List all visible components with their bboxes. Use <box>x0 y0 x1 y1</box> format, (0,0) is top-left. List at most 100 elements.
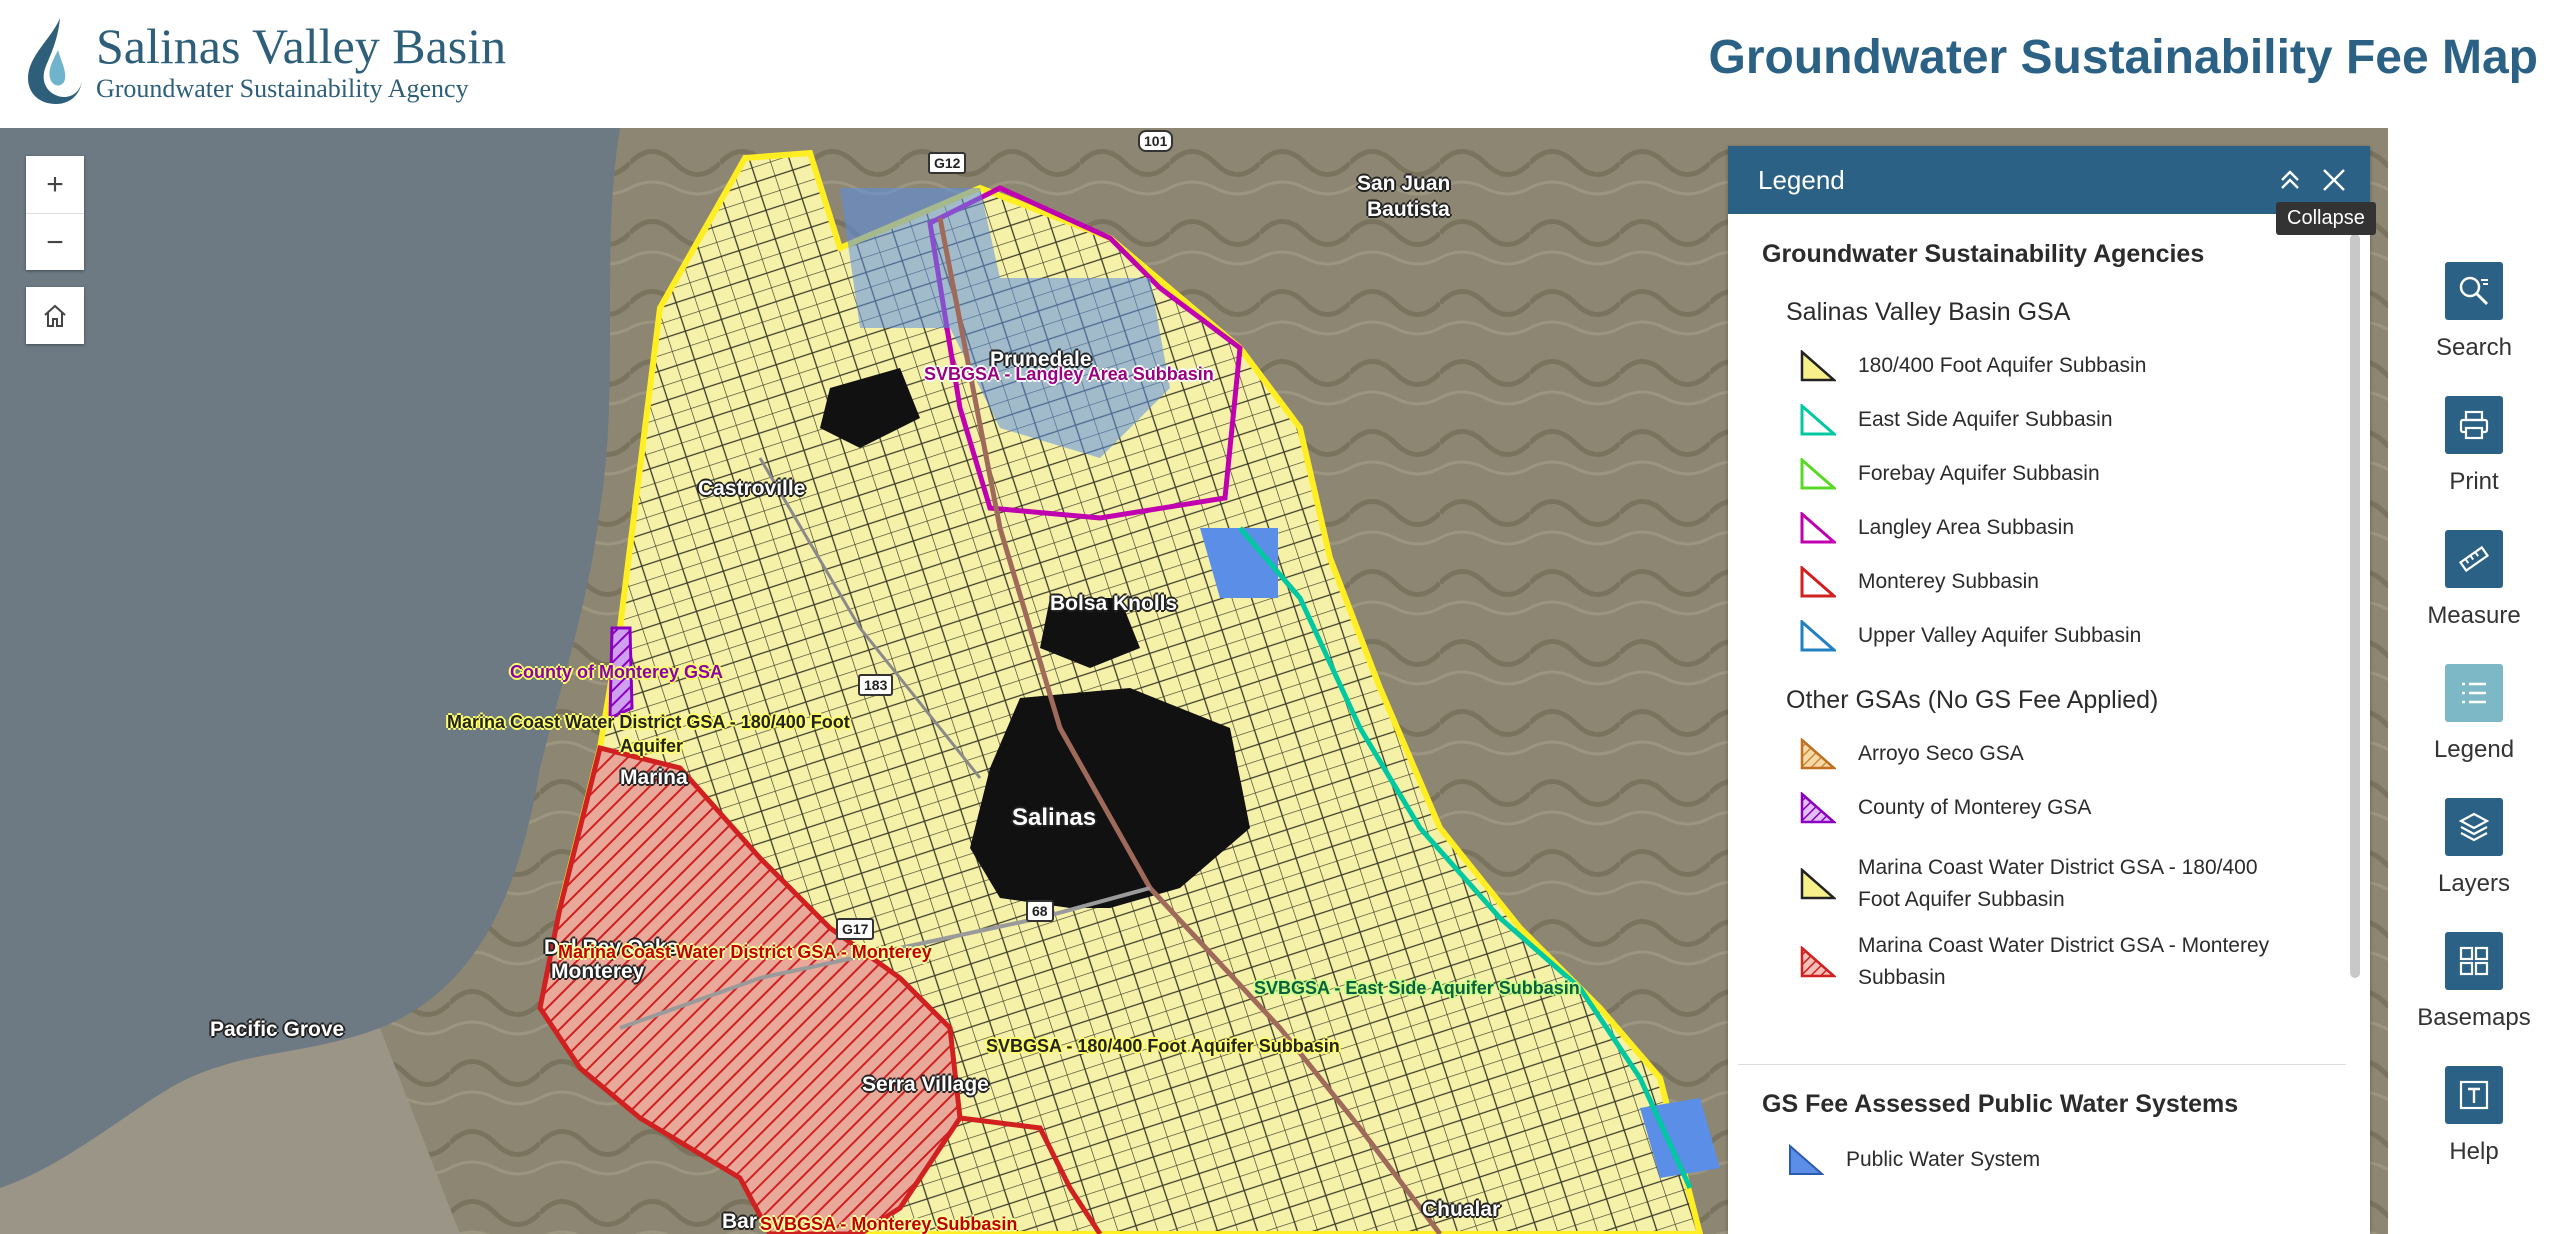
legend-swatch <box>1800 566 1836 598</box>
agency-subtitle: Groundwater Sustainability Agency <box>96 74 469 103</box>
legend-item-label: Marina Coast Water District GSA - 180/40… <box>1858 856 2258 911</box>
zoom-out-button[interactable]: − <box>26 213 84 271</box>
legend-item: Public Water System <box>1788 1144 2286 1176</box>
legend-swatch <box>1800 946 1836 978</box>
legend-tool-icon-box <box>2445 664 2503 722</box>
legend-content: Groundwater Sustainability Agencies Sali… <box>1728 214 2358 1234</box>
gsa-label-county: County of Monterey GSA <box>510 662 724 682</box>
legend-item-label: Public Water System <box>1846 1148 2041 1171</box>
legend-swatch <box>1800 620 1836 652</box>
place-label-bolsa-knolls: Bolsa Knolls <box>1050 592 1178 615</box>
route-shield: G17 <box>836 918 875 940</box>
gsa-label-monterey-subbasin: SVBGSA - Monterey Subbasin <box>760 1214 1018 1234</box>
page-title: Groundwater Sustainability Fee Map <box>1708 31 2538 84</box>
route-shield: 68 <box>1026 900 1054 922</box>
legend-item-label: Upper Valley Aquifer Subbasin <box>1858 624 2142 647</box>
text-box-icon <box>2459 1080 2489 1110</box>
measure-tool[interactable]: Measure <box>2388 530 2560 630</box>
legend-item-label: Forebay Aquifer Subbasin <box>1858 462 2100 485</box>
printer-icon <box>2459 410 2489 440</box>
help-tool-label: Help <box>2449 1138 2499 1165</box>
widget-toolbar: Search Print Measure Legend Layers Basem… <box>2388 128 2560 1234</box>
legend-item-label: 180/400 Foot Aquifer Subbasin <box>1858 354 2147 377</box>
legend-item: Arroyo Seco GSA <box>1800 738 2298 770</box>
legend-item-label: Marina Coast Water District GSA - Monter… <box>1858 934 2270 989</box>
search-tool[interactable]: Search <box>2388 262 2560 362</box>
search-tool-label: Search <box>2435 334 2513 361</box>
legend-item: Forebay Aquifer Subbasin <box>1800 458 2298 490</box>
legend-section-title: Groundwater Sustainability Agencies <box>1762 240 2205 268</box>
layers-tool-icon-box <box>2445 798 2503 856</box>
basemaps-tool-label: Basemaps <box>2417 1004 2531 1031</box>
double-chevron-up-icon <box>2281 170 2299 189</box>
search-icon <box>2459 276 2489 306</box>
agency-name: Salinas Valley Basin <box>96 18 507 74</box>
place-label-serra-village: Serra Village <box>862 1073 989 1096</box>
legend-swatch <box>1800 868 1836 900</box>
home-button[interactable] <box>26 287 84 344</box>
legend-section-title: GS Fee Assessed Public Water Systems <box>1762 1090 2239 1118</box>
agency-logo-text: Salinas Valley Basin Groundwater Sustain… <box>96 18 506 104</box>
zoom-in-button[interactable]: + <box>26 156 84 213</box>
print-tool-icon-box <box>2445 396 2503 454</box>
legend-swatch <box>1800 404 1836 436</box>
home-icon <box>44 304 66 327</box>
place-label-chualar: Chualar <box>1422 1198 1501 1221</box>
legend-item-label: County of Monterey GSA <box>1858 796 2092 819</box>
legend-item: Upper Valley Aquifer Subbasin <box>1800 620 2298 652</box>
list-icon <box>2462 682 2486 704</box>
legend-swatch <box>1800 738 1836 770</box>
close-icon <box>2323 169 2345 191</box>
legend-item-label: East Side Aquifer Subbasin <box>1858 408 2113 431</box>
help-tool[interactable]: Help <box>2388 1066 2560 1166</box>
route-shield: G12 <box>928 152 967 174</box>
grid-icon <box>2459 946 2489 976</box>
place-label-san-juan: San Juan <box>1357 172 1451 195</box>
layers-icon <box>2458 812 2490 842</box>
place-label-bar: Bar <box>722 1210 758 1233</box>
legend-item: Monterey Subbasin <box>1800 566 2298 598</box>
place-label-marina: Marina <box>620 766 688 789</box>
route-shield: 183 <box>858 674 894 696</box>
legend-header: Legend <box>1728 146 2370 214</box>
legend-tool[interactable]: Legend <box>2388 664 2560 764</box>
legend-item: Langley Area Subbasin <box>1800 512 2298 544</box>
basemaps-tool-icon-box <box>2445 932 2503 990</box>
basemaps-tool[interactable]: Basemaps <box>2388 932 2560 1032</box>
route-shield: 101 <box>1138 130 1174 152</box>
layers-tool[interactable]: Layers <box>2388 798 2560 898</box>
legend-swatch <box>1789 1144 1824 1175</box>
legend-item-label: Monterey Subbasin <box>1858 570 2039 593</box>
legend-panel: Legend Groundwater Sustainability Agenci… <box>1728 146 2370 1234</box>
gsa-label-mcwd-180-line1: Marina Coast Water District GSA - 180/40… <box>447 712 850 732</box>
legend-item: 180/400 Foot Aquifer Subbasin <box>1800 350 2298 382</box>
layers-tool-label: Layers <box>2437 870 2511 897</box>
legend-swatch <box>1800 792 1836 824</box>
legend-swatch <box>1800 512 1836 544</box>
legend-swatch <box>1800 350 1836 382</box>
zoom-control: + − <box>26 156 84 270</box>
print-tool[interactable]: Print <box>2388 396 2560 496</box>
search-tool-icon-box <box>2445 262 2503 320</box>
gsa-label-langley: SVBGSA - Langley Area Subbasin <box>924 364 1214 384</box>
legend-item-label: Langley Area Subbasin <box>1858 516 2074 539</box>
app-header: Salinas Valley Basin Groundwater Sustain… <box>0 0 2560 128</box>
legend-title: Legend <box>1758 164 1845 195</box>
legend-scrollbar[interactable] <box>2350 234 2360 978</box>
gsa-label-east-side: SVBGSA - East Side Aquifer Subbasin <box>1254 978 1580 998</box>
place-label-salinas: Salinas <box>1012 804 1097 831</box>
print-tool-label: Print <box>2449 468 2499 495</box>
collapse-button[interactable] <box>2268 158 2312 202</box>
measure-tool-icon-box <box>2445 530 2503 588</box>
close-button[interactable] <box>2312 158 2356 202</box>
legend-item: County of Monterey GSA <box>1800 792 2298 824</box>
place-label-castroville: Castroville <box>698 477 806 500</box>
measure-tool-label: Measure <box>2427 602 2521 629</box>
place-label-bautista: Bautista <box>1367 198 1450 221</box>
legend-item-label: Arroyo Seco GSA <box>1858 742 2024 765</box>
water-drop-logo-icon <box>28 18 82 104</box>
legend-item: Marina Coast Water District GSA - 180/40… <box>1800 852 2298 916</box>
legend-tool-label: Legend <box>2433 736 2515 763</box>
gsa-label-mcwd-180-line2: Aquifer <box>620 736 683 756</box>
legend-item: East Side Aquifer Subbasin <box>1800 404 2298 436</box>
